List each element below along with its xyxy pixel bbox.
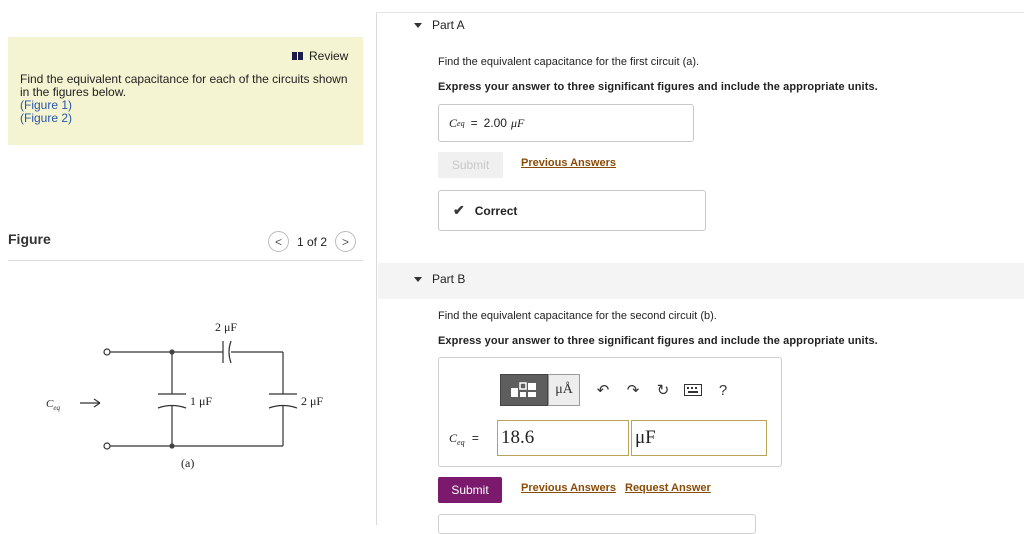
terminal-top — [103, 348, 111, 356]
keyboard-icon[interactable] — [678, 374, 708, 406]
answer-toolbar: μÅ ↶ ↷ ↻ ? — [500, 374, 738, 406]
figure-2-link[interactable]: (Figure 2) — [20, 112, 360, 125]
answer-symbol: C — [449, 115, 458, 130]
part-b-title: Part B — [432, 272, 466, 286]
part-b-value-input[interactable]: 18.6 — [497, 420, 629, 456]
ceq-subscript: eq — [53, 404, 60, 412]
top-divider — [376, 12, 1024, 13]
review-link[interactable]: Review — [292, 49, 348, 63]
part-b-feedback-box — [438, 514, 756, 534]
templates-icon — [511, 382, 536, 397]
top-cap-label: 2 μF — [215, 320, 237, 334]
figure-divider — [8, 260, 363, 261]
equals-sign: = — [471, 431, 479, 445]
part-b-answer-label: Ceq = — [449, 431, 479, 447]
junction-top — [169, 349, 175, 355]
part-a-submit-button[interactable]: Submit — [438, 152, 503, 178]
circuit-caption: (a) — [181, 456, 194, 470]
part-b-question: Find the equivalent capacitance for the … — [438, 310, 717, 322]
equals-sign: = — [470, 116, 478, 130]
collapse-triangle-icon — [414, 22, 422, 28]
svg-text:Ceq: Ceq — [46, 398, 60, 412]
answer-subscript: eq — [457, 118, 465, 128]
checkmark-icon: ✔ — [453, 202, 465, 218]
right-cap-label: 2 μF — [301, 394, 323, 408]
next-figure-button[interactable]: > — [335, 231, 357, 252]
part-a-feedback: ✔ Correct — [438, 190, 706, 231]
prev-figure-button[interactable]: < — [268, 231, 289, 252]
redo-icon[interactable]: ↷ — [618, 374, 648, 406]
part-b-header-bar — [378, 263, 1024, 299]
part-b-instruction: Express your answer to three significant… — [438, 335, 878, 347]
part-b-header[interactable]: Part B — [414, 272, 465, 286]
units-button[interactable]: μÅ — [548, 374, 580, 406]
circuit-diagram: 2 μF 1 μF 2 μF Ceq (a) — [46, 320, 323, 470]
book-icon — [292, 52, 303, 60]
feedback-text: Correct — [474, 203, 518, 218]
help-button[interactable]: ? — [708, 374, 738, 406]
part-a-instruction: Express your answer to three significant… — [438, 81, 878, 93]
terminal-bottom — [103, 442, 111, 450]
part-b-unit-input[interactable]: μF — [631, 420, 767, 456]
answer-subscript: eq — [457, 438, 465, 447]
part-b-previous-answers-link[interactable]: Previous Answers — [521, 482, 616, 494]
templates-button[interactable] — [500, 374, 548, 406]
part-a-answer-unit: μF — [510, 115, 525, 130]
part-a-header[interactable]: Part A — [414, 18, 465, 32]
problem-intro: Find the equivalent capacitance for each… — [20, 73, 360, 125]
part-a-previous-answers-link[interactable]: Previous Answers — [521, 157, 616, 169]
junction-bottom — [169, 443, 175, 449]
figure-page-indicator: 1 of 2 — [297, 234, 328, 249]
reset-icon[interactable]: ↻ — [648, 374, 678, 406]
part-a-answer-display: Ceq = 2.00 μF — [438, 104, 694, 142]
request-answer-link[interactable]: Request Answer — [625, 482, 711, 494]
undo-icon[interactable]: ↶ — [588, 374, 618, 406]
figure-pager: < 1 of 2 > — [268, 231, 357, 252]
column-divider — [376, 12, 377, 525]
part-a-title: Part A — [432, 18, 465, 32]
part-b-submit-button[interactable]: Submit — [438, 477, 502, 503]
collapse-triangle-icon — [414, 276, 422, 282]
part-a-question: Find the equivalent capacitance for the … — [438, 56, 700, 68]
review-label: Review — [309, 49, 349, 63]
left-cap-label: 1 μF — [190, 394, 212, 408]
figure-heading: Figure — [8, 231, 51, 247]
part-a-answer-value: 2.00 — [483, 116, 507, 130]
answer-symbol: C — [449, 431, 458, 445]
